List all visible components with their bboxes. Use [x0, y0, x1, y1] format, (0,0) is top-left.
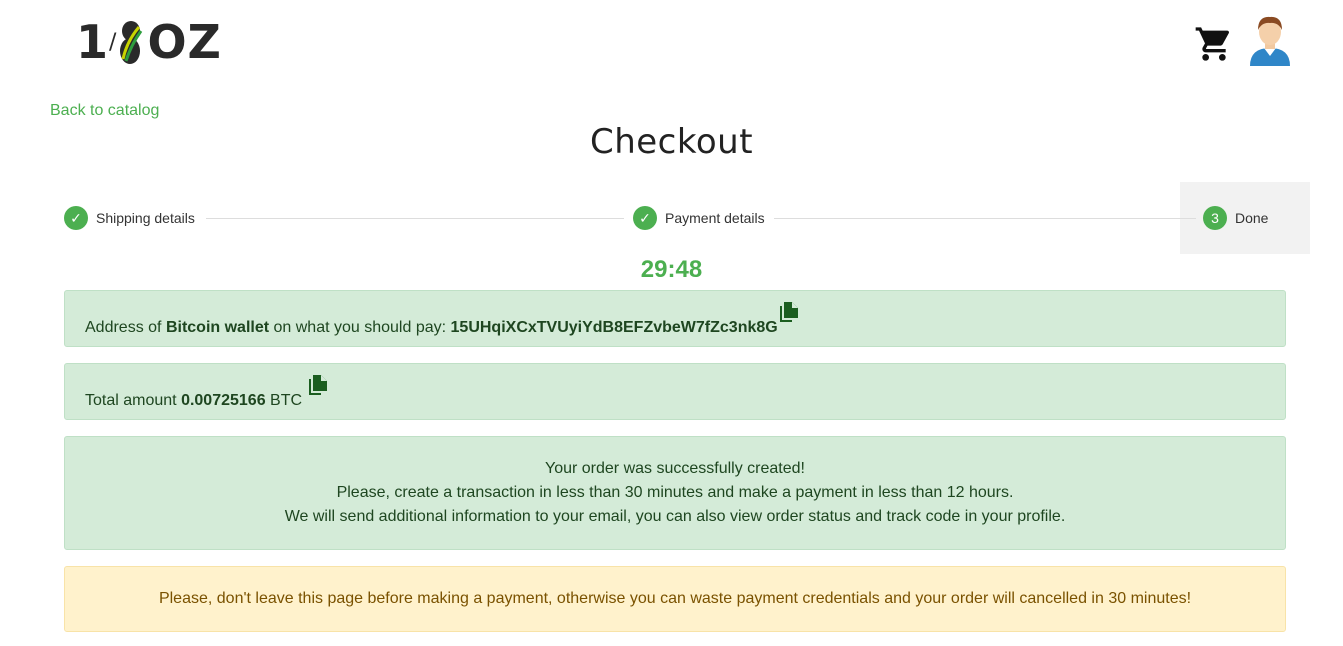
back-to-catalog-link[interactable]: Back to catalog — [50, 102, 159, 120]
wallet-name: Bitcoin wallet — [165, 319, 270, 336]
page-title: Checkout — [589, 122, 754, 162]
step-label: Shipping details — [96, 210, 195, 226]
checkout-stepper: ✓ Shipping details ✓ Payment details 3 D… — [64, 182, 1310, 254]
success-line-3: We will send additional information to y… — [284, 508, 1066, 525]
logo-slash: / — [109, 29, 117, 55]
step-done[interactable]: 3 Done — [1203, 206, 1268, 230]
step-label: Done — [1235, 210, 1269, 226]
wallet-address-alert: Address of Bitcoin wallet on what you sh… — [64, 290, 1286, 347]
success-line-2: Please, create a transaction in less tha… — [336, 484, 1014, 501]
amount-currency: BTC — [265, 392, 303, 409]
step-label: Payment details — [665, 210, 765, 226]
success-line-1: Your order was successfully created! — [545, 460, 805, 477]
total-amount-alert: Total amount 0.00725166 BTC — [64, 363, 1286, 420]
logo-oz: OZ — [147, 15, 222, 69]
order-success-alert: Your order was successfully created! Ple… — [64, 436, 1286, 550]
check-icon: ✓ — [64, 206, 88, 230]
wallet-middle: on what you should pay: — [269, 319, 451, 336]
logo-one: 1 — [76, 15, 109, 69]
leaf-mark-icon — [120, 21, 143, 64]
step-payment-details[interactable]: ✓ Payment details — [633, 206, 765, 230]
brand-logo[interactable]: 1 / OZ — [76, 18, 222, 66]
copy-amount-icon[interactable] — [308, 375, 327, 397]
step-number: 3 — [1203, 206, 1227, 230]
wallet-prefix: Address of — [85, 319, 166, 336]
copy-address-icon[interactable] — [779, 302, 798, 324]
amount-prefix: Total amount — [85, 392, 182, 409]
step-shipping-details[interactable]: ✓ Shipping details — [64, 206, 195, 230]
check-icon: ✓ — [633, 206, 657, 230]
cart-icon[interactable] — [1194, 24, 1234, 64]
payment-warning-alert: Please, don't leave this page before mak… — [64, 566, 1286, 632]
wallet-address: 15UHqiXCxTVUyiYdB8EFZvbeW7fZc3nk8G — [450, 319, 778, 336]
amount-value: 0.00725166 — [181, 392, 266, 409]
step-connector — [774, 218, 1196, 219]
step-connector — [206, 218, 624, 219]
warning-text: Please, don't leave this page before mak… — [158, 590, 1192, 607]
user-avatar-icon[interactable] — [1248, 14, 1292, 66]
payment-countdown-timer: 29:48 — [640, 256, 703, 283]
